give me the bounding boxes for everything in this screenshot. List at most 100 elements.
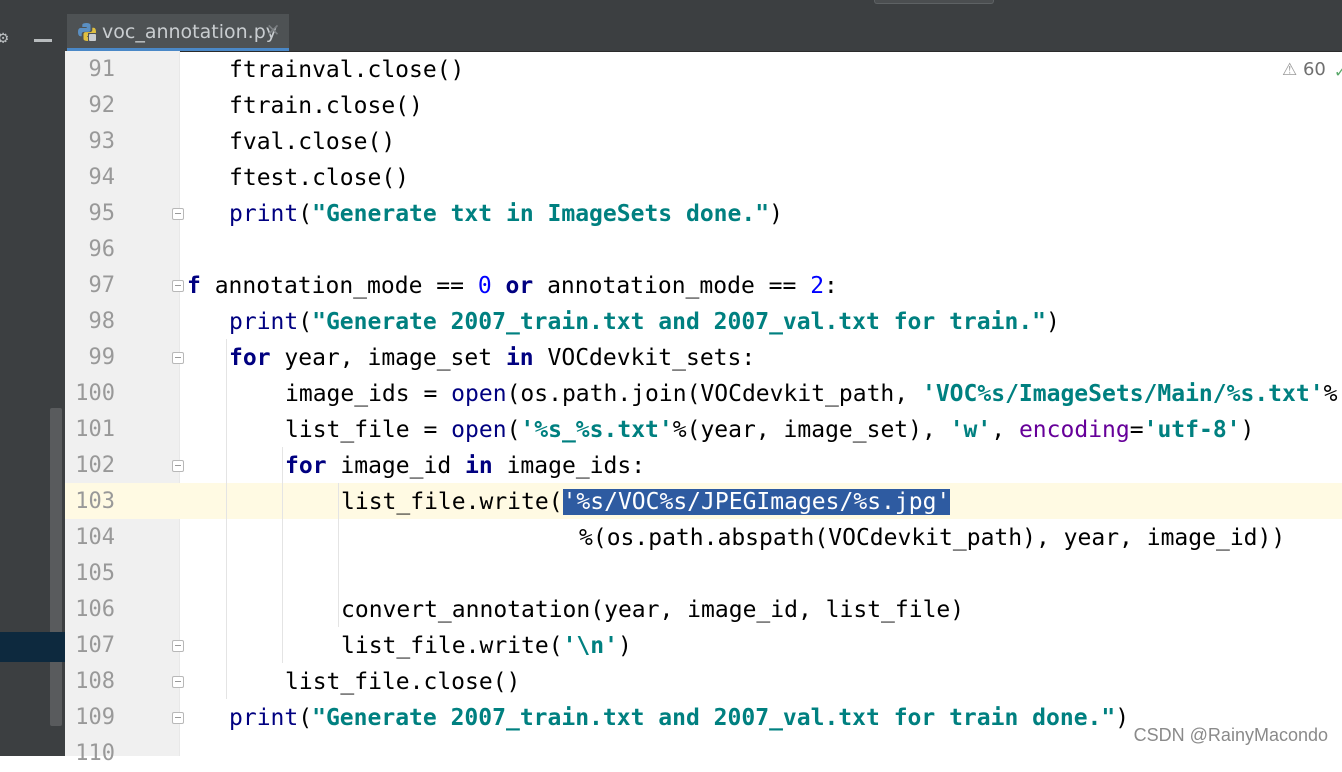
fold-marker-icon[interactable] <box>172 712 184 724</box>
close-icon[interactable]: ✕ <box>266 19 280 43</box>
code-token: ( <box>298 705 313 731</box>
line-number[interactable]: 95 <box>65 196 116 232</box>
inspection-widget[interactable]: ⚠ 60 <box>1282 58 1326 82</box>
code-token: open <box>451 417 507 443</box>
line-number[interactable]: 97 <box>65 268 116 304</box>
code-token: ) <box>617 633 632 659</box>
code-line[interactable]: list_file = open('%s_%s.txt'%(year, imag… <box>285 412 1254 448</box>
code-token: ) <box>1046 309 1060 335</box>
code-line[interactable]: list_file.close() <box>285 664 520 700</box>
code-token: = <box>1129 417 1144 443</box>
code-token: 0 <box>477 273 492 299</box>
warning-icon: ⚠ <box>1282 60 1298 80</box>
code-token: convert_annotation(year, image_id, list_… <box>341 597 965 623</box>
code-token: ( <box>298 309 313 335</box>
project-tool-strip: ⚙ <box>0 10 65 756</box>
line-number[interactable]: 105 <box>65 556 115 592</box>
code-token: year, image_set <box>270 345 506 371</box>
fold-marker-icon[interactable] <box>172 460 184 472</box>
code-token: print <box>229 201 299 227</box>
code-line[interactable]: for image_id in image_ids: <box>285 448 645 484</box>
toolbar-field[interactable] <box>874 0 994 4</box>
code-token: print <box>229 309 299 335</box>
code-line[interactable]: ftrain.close() <box>229 88 423 124</box>
line-number[interactable]: 109 <box>65 700 115 736</box>
code-line[interactable]: convert_annotation(year, image_id, list_… <box>341 592 964 628</box>
code-token: image_id <box>326 453 466 479</box>
line-number[interactable]: 102 <box>65 448 115 484</box>
code-line[interactable]: print("Generate 2007_train.txt and 2007_… <box>229 700 1129 736</box>
editor-tab-bar: voc_annotation.py ✕ <box>65 10 1342 52</box>
line-number[interactable]: 99 <box>65 340 116 376</box>
indent-guide <box>226 339 227 699</box>
code-token: ftest.close() <box>229 165 410 191</box>
code-token: %(os.path.abspath(VOCdevkit_path), year,… <box>579 525 1286 551</box>
code-token: open <box>451 381 507 407</box>
code-token: for <box>229 345 271 371</box>
watermark: CSDN @RainyMacondo <box>1133 725 1328 745</box>
line-number[interactable]: 107 <box>65 628 115 664</box>
fold-marker-icon[interactable] <box>172 352 184 364</box>
selected-text: '%s/VOC%s/JPEGImages/%s.jpg' <box>562 489 951 515</box>
hide-panel-icon[interactable] <box>34 39 52 42</box>
code-token: "Generate txt in ImageSets done." <box>312 201 770 227</box>
line-number[interactable]: 101 <box>65 412 115 448</box>
code-token: VOCdevkit_sets: <box>533 345 756 371</box>
fold-marker-icon[interactable] <box>172 208 184 220</box>
fold-marker-icon[interactable] <box>172 280 184 292</box>
line-number[interactable]: 110 <box>65 736 115 772</box>
code-line[interactable]: f annotation_mode == 0 or annotation_mod… <box>187 268 838 304</box>
code-line[interactable]: ftrainval.close() <box>229 52 464 88</box>
line-number[interactable]: 103 <box>65 484 115 520</box>
project-selected-row[interactable] <box>0 632 65 662</box>
code-token: in <box>465 453 493 479</box>
fold-marker-icon[interactable] <box>172 676 184 688</box>
code-token: , <box>991 417 1019 443</box>
code-line[interactable]: ftest.close() <box>229 160 409 196</box>
code-token: print <box>229 705 299 731</box>
code-line[interactable]: print("Generate txt in ImageSets done.") <box>229 196 783 232</box>
fold-marker-icon[interactable] <box>172 640 184 652</box>
line-number[interactable]: 92 <box>65 88 116 124</box>
code-line[interactable]: list_file.write('\n') <box>341 628 632 664</box>
title-bar <box>0 0 1342 10</box>
indent-guide <box>282 447 283 663</box>
line-number[interactable]: 93 <box>65 124 116 160</box>
code-token: ) <box>1240 417 1255 443</box>
code-token: '\n' <box>562 633 618 659</box>
code-line[interactable]: list_file.write('%s/VOC%s/JPEGImages/%s.… <box>341 484 951 520</box>
project-scrollbar[interactable] <box>50 408 62 726</box>
code-token: for <box>285 453 327 479</box>
code-token: ) <box>769 201 783 227</box>
line-number[interactable]: 104 <box>65 520 115 556</box>
code-line[interactable]: fval.close() <box>229 124 395 160</box>
line-number[interactable]: 100 <box>65 376 115 412</box>
code-token: (os.path.join(VOCdevkit_path, <box>506 381 922 407</box>
code-line[interactable]: print("Generate 2007_train.txt and 2007_… <box>229 304 1060 340</box>
code-token: in <box>505 345 534 371</box>
code-line[interactable]: image_ids = open(os.path.join(VOCdevkit_… <box>285 376 1337 412</box>
line-number[interactable]: 91 <box>65 52 116 88</box>
code-token: annotation_mode == <box>533 273 811 299</box>
line-number[interactable]: 106 <box>65 592 115 628</box>
code-token: list_file.write( <box>341 489 563 515</box>
code-token: ( <box>506 417 521 443</box>
python-file-icon <box>78 23 97 42</box>
line-number[interactable]: 98 <box>65 304 116 340</box>
code-token: encoding <box>1018 417 1130 443</box>
inspection-status-icon[interactable]: ✓ <box>1335 60 1342 84</box>
warning-count: 60 <box>1302 59 1326 80</box>
line-number[interactable]: 108 <box>65 664 115 700</box>
code-token: %(year, image_set), <box>672 417 950 443</box>
gear-icon[interactable]: ⚙ <box>0 29 16 47</box>
code-line[interactable]: for year, image_set in VOCdevkit_sets: <box>229 340 755 376</box>
line-number[interactable]: 96 <box>65 232 116 268</box>
code-token: or <box>505 273 534 299</box>
code-token: 'utf-8' <box>1143 417 1241 443</box>
code-token: "Generate 2007_train.txt and 2007_val.tx… <box>312 309 1047 335</box>
tab-voc-annotation[interactable]: voc_annotation.py ✕ <box>67 14 289 51</box>
code-token: ) <box>1115 705 1130 731</box>
code-line[interactable]: %(os.path.abspath(VOCdevkit_path), year,… <box>579 520 1285 556</box>
line-number[interactable]: 94 <box>65 160 116 196</box>
